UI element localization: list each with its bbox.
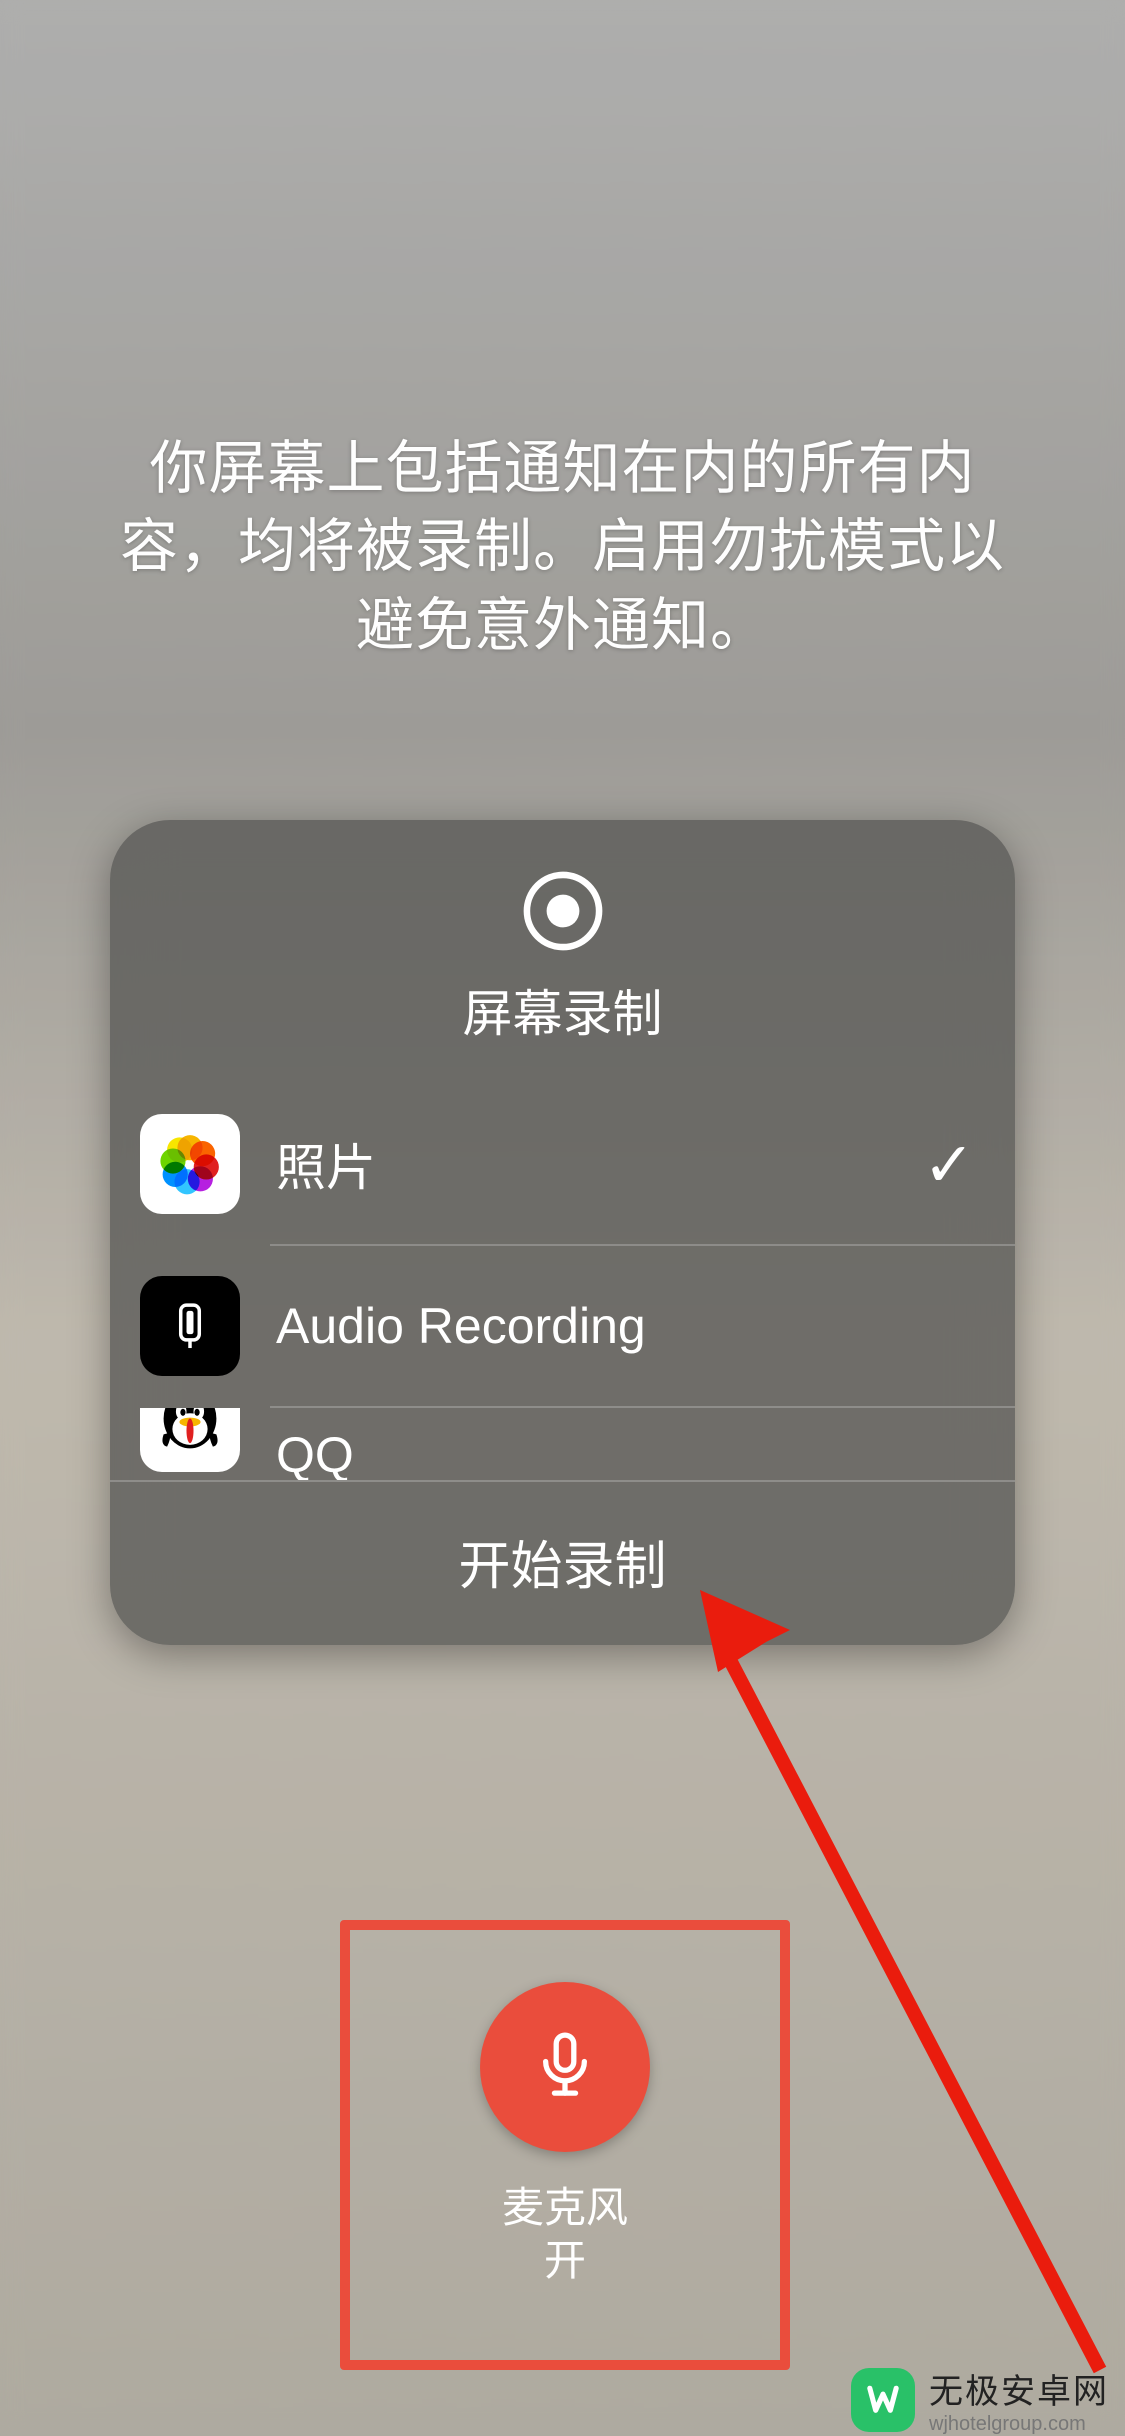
mic-label-text: 麦克风 xyxy=(502,2184,628,2231)
destination-options: 照片 ✓ Audio Recording xyxy=(110,1084,1015,1480)
option-label: QQ xyxy=(240,1408,975,1480)
microphone-toggle-button[interactable] xyxy=(480,1982,650,2152)
start-recording-button[interactable]: 开始录制 xyxy=(110,1480,1015,1645)
watermark: 无极安卓网 wjhotelgroup.com xyxy=(851,2364,1125,2436)
recording-notice-text: 你屏幕上包括通知在内的所有内容，均将被录制。启用勿扰模式以避免意外通知。 xyxy=(0,430,1125,665)
microphone-icon xyxy=(521,2021,609,2114)
watermark-title: 无极安卓网 xyxy=(929,2364,1109,2413)
option-photos[interactable]: 照片 ✓ xyxy=(110,1084,1015,1244)
record-icon xyxy=(522,870,604,952)
checkmark-icon: ✓ xyxy=(923,1128,975,1201)
microphone-status-label: 麦克风 开 xyxy=(502,2182,628,2287)
panel-title: 屏幕录制 xyxy=(463,974,663,1046)
mic-state-text: 开 xyxy=(544,2237,586,2284)
screen-recording-panel: 屏幕录制 照片 ✓ xyxy=(110,820,1015,1645)
annotation-highlight-box: 麦克风 开 xyxy=(340,1920,790,2370)
audio-app-icon xyxy=(140,1276,240,1376)
photos-app-icon xyxy=(140,1114,240,1214)
option-label: Audio Recording xyxy=(240,1297,975,1355)
option-qq[interactable]: QQ xyxy=(110,1408,1015,1480)
option-audio-recording[interactable]: Audio Recording xyxy=(110,1246,1015,1406)
qq-app-icon xyxy=(140,1408,240,1472)
panel-header: 屏幕录制 xyxy=(110,820,1015,1084)
option-label: 照片 xyxy=(240,1128,923,1200)
watermark-subtitle: wjhotelgroup.com xyxy=(929,2413,1109,2436)
watermark-logo-icon xyxy=(851,2368,915,2432)
